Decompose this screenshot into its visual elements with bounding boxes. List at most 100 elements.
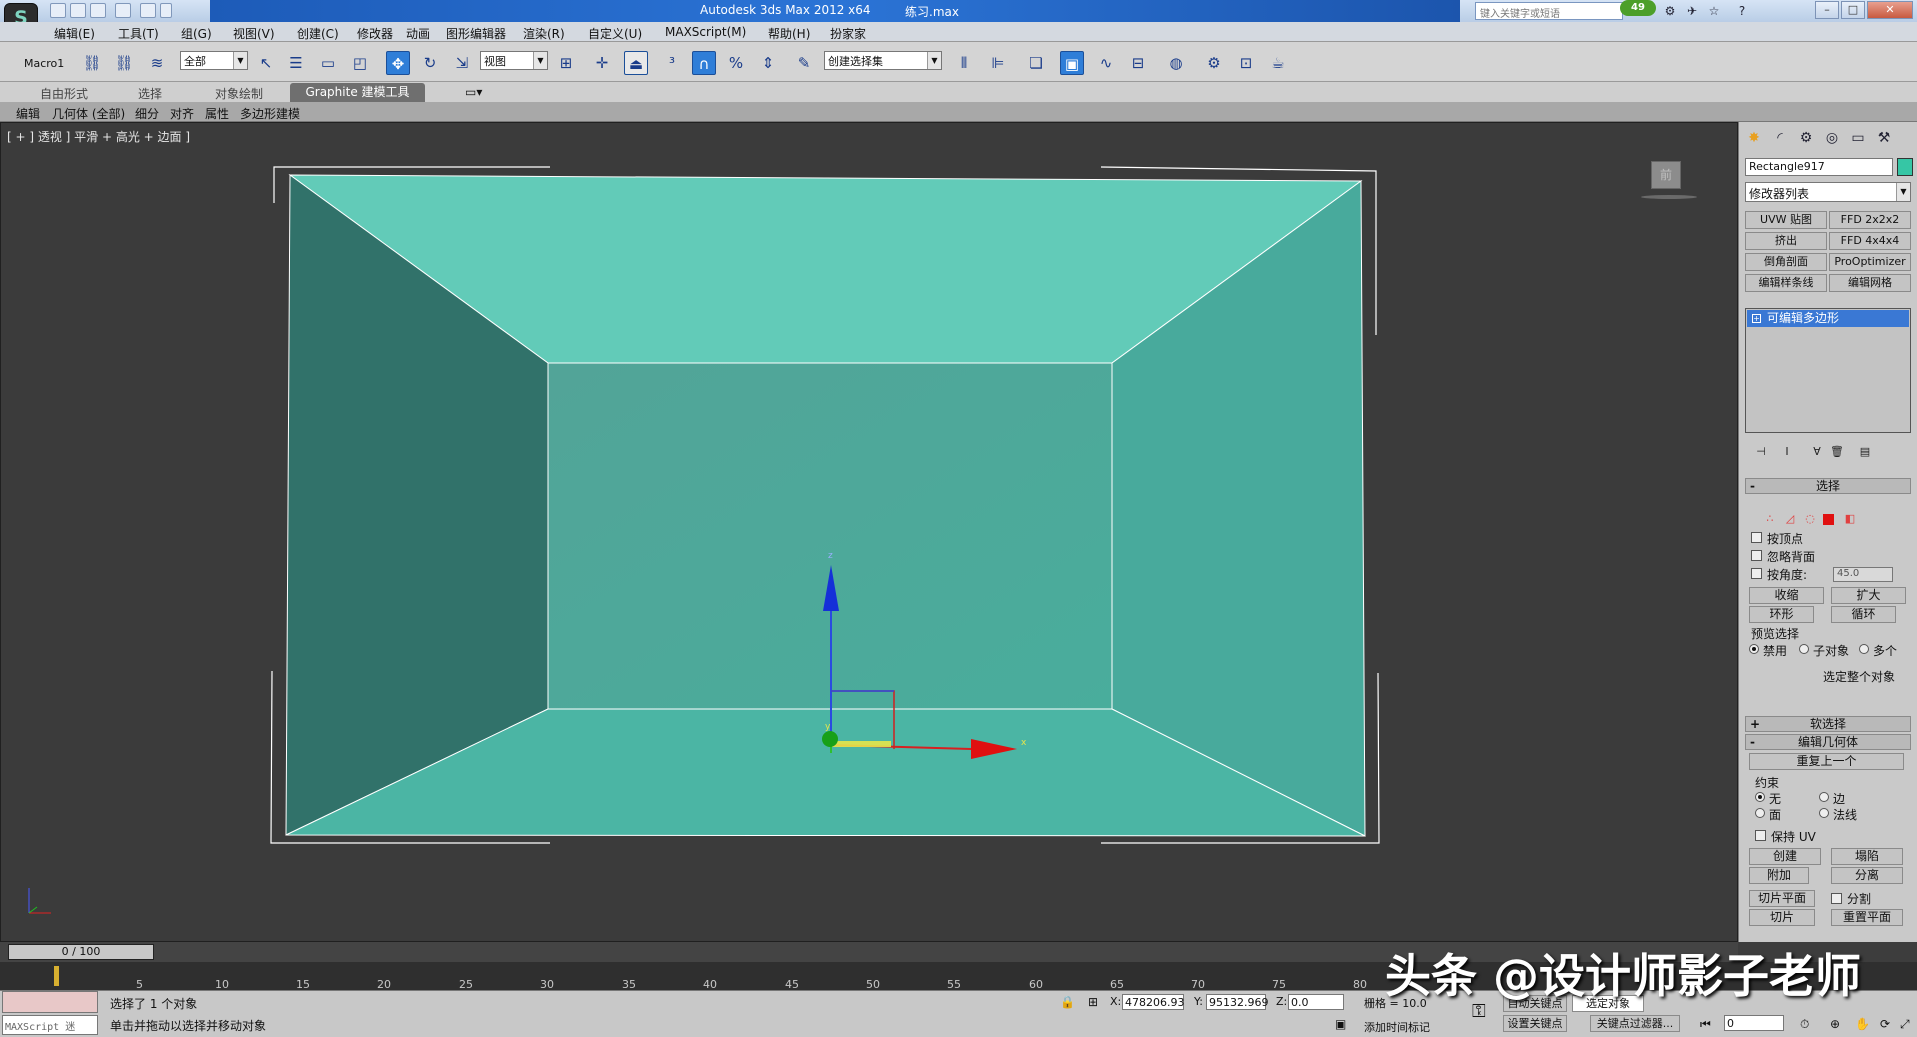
material-editor-icon[interactable]: ◍ <box>1164 51 1188 75</box>
align-icon[interactable]: ⊫ <box>986 51 1010 75</box>
pin-stack-icon[interactable]: ⊣ <box>1753 444 1769 460</box>
rect-selection-icon[interactable]: ▭ <box>316 51 340 75</box>
menu-help[interactable]: 帮助(H) <box>768 25 810 42</box>
menu-tools[interactable]: 工具(T) <box>118 25 159 42</box>
ffd-2x2x2-button[interactable]: FFD 2x2x2 <box>1829 211 1911 229</box>
modify-tab-icon[interactable]: ◜ <box>1769 128 1791 148</box>
slice-button[interactable]: 切片 <box>1749 909 1815 926</box>
curve-editor-icon[interactable]: ∿ <box>1094 51 1118 75</box>
edit-named-selection-icon[interactable]: ✎ <box>792 51 816 75</box>
utilities-tab-icon[interactable]: ⚒ <box>1873 128 1895 148</box>
select-by-name-icon[interactable]: ☰ <box>284 51 308 75</box>
bevel-profile-button[interactable]: 倒角剖面 <box>1745 253 1827 271</box>
undo-icon[interactable] <box>115 3 131 18</box>
selection-filter-select[interactable]: 全部 ▼ <box>180 51 248 70</box>
rendered-frame-window-icon[interactable]: ⊡ <box>1234 51 1258 75</box>
selection-rollout[interactable]: - 选择 <box>1745 478 1911 494</box>
perspective-viewport[interactable]: [ + ] 透视 ] 平滑 + 高光 + 边面 ] 前 z x y <box>0 122 1738 942</box>
menu-view[interactable]: 视图(V) <box>233 25 275 42</box>
remove-modifier-icon[interactable]: 🗑 <box>1829 444 1845 460</box>
object-color-swatch[interactable] <box>1897 158 1913 176</box>
ribbon-geometry-all[interactable]: 几何体 (全部) <box>52 105 125 122</box>
display-tab-icon[interactable]: ▭ <box>1847 128 1869 148</box>
collapse-button[interactable]: 塌陷 <box>1831 848 1903 865</box>
y-coordinate-field[interactable]: 95132.969 <box>1206 994 1269 1010</box>
ribbon-edit[interactable]: 编辑 <box>16 105 40 122</box>
help-icon[interactable]: ? <box>1734 3 1750 19</box>
detach-button[interactable]: 分离 <box>1831 867 1903 884</box>
menu-modifiers[interactable]: 修改器 <box>357 25 393 42</box>
stack-item-editable-poly[interactable]: + 可编辑多边形 <box>1747 310 1909 327</box>
constraint-normal-radio[interactable] <box>1819 808 1829 818</box>
pan-icon[interactable]: ✋ <box>1855 1017 1870 1031</box>
show-end-result-icon[interactable]: Ι <box>1779 444 1795 460</box>
menu-edit[interactable]: 编辑(E) <box>54 25 95 42</box>
uvw-map-button[interactable]: UVW 贴图 <box>1745 211 1827 229</box>
modifier-list-select[interactable]: 修改器列表 ▼ <box>1745 182 1911 202</box>
slice-plane-button[interactable]: 切片平面 <box>1749 890 1815 907</box>
close-button[interactable]: ✕ <box>1867 1 1913 19</box>
select-manipulate-icon[interactable]: ✛ <box>590 51 614 75</box>
maximize-button[interactable]: □ <box>1841 1 1865 19</box>
keyboard-shortcut-override-icon[interactable]: ⏏ <box>624 51 648 75</box>
polygon-icon[interactable] <box>1823 514 1834 525</box>
select-object-icon[interactable]: ↖ <box>254 51 278 75</box>
ring-button[interactable]: 环形 <box>1749 606 1814 623</box>
create-button[interactable]: 创建 <box>1749 848 1821 865</box>
by-angle-checkbox[interactable] <box>1751 568 1762 579</box>
open-file-icon[interactable] <box>70 3 86 18</box>
menu-group[interactable]: 组(G) <box>181 25 212 42</box>
angle-snap-icon[interactable]: ∩ <box>692 51 716 75</box>
time-config-icon[interactable]: ⏱ <box>1800 1017 1809 1032</box>
menu-bjj[interactable]: 扮家家 <box>830 25 866 42</box>
quick-access-dropdown-icon[interactable] <box>160 3 172 18</box>
maxscript-mini-listener[interactable]: MAXScript 迷 <box>2 1015 98 1035</box>
attach-button[interactable]: 附加 <box>1749 867 1809 884</box>
time-slider[interactable]: 0 / 100 <box>8 944 154 960</box>
bind-space-warp-icon[interactable]: ≋ <box>145 51 169 75</box>
go-to-start-icon[interactable]: ⏮ <box>1700 1017 1711 1032</box>
select-rotate-icon[interactable]: ↻ <box>418 51 442 75</box>
x-coordinate-field[interactable]: 478206.93 <box>1122 994 1185 1010</box>
menu-graph-editors[interactable]: 图形编辑器 <box>446 25 506 42</box>
orbit-icon[interactable]: ⟳ <box>1880 1017 1890 1031</box>
by-vertex-checkbox[interactable] <box>1751 532 1762 543</box>
render-setup-icon[interactable]: ⚙ <box>1202 51 1226 75</box>
menu-animation[interactable]: 动画 <box>406 25 430 42</box>
menu-customize[interactable]: 自定义(U) <box>588 25 642 42</box>
border-icon[interactable]: ◌ <box>1803 512 1817 526</box>
named-selection-select[interactable]: 创建选择集 ▼ <box>824 51 942 70</box>
spinner-snap-icon[interactable]: ⇕ <box>756 51 780 75</box>
macro-label[interactable]: Macro1 <box>24 57 64 70</box>
constraint-face-radio[interactable] <box>1755 808 1765 818</box>
constraint-edge-radio[interactable] <box>1819 792 1829 802</box>
snaps-toggle-icon[interactable]: ³ <box>660 51 684 75</box>
maxscript-listener[interactable] <box>2 991 98 1013</box>
communication-icon[interactable]: ✈ <box>1684 3 1700 19</box>
redo-icon[interactable] <box>140 3 156 18</box>
preserve-uv-checkbox[interactable] <box>1755 830 1766 841</box>
ribbon-polygon-modeling[interactable]: 多边形建模 <box>240 105 300 122</box>
ribbon-properties[interactable]: 属性 <box>205 105 229 122</box>
tab-object-paint[interactable]: 对象绘制 <box>215 85 263 102</box>
tab-freeform[interactable]: 自由形式 <box>40 85 88 102</box>
select-scale-icon[interactable]: ⇲ <box>450 51 474 75</box>
ignore-backface-checkbox[interactable] <box>1751 550 1762 561</box>
save-file-icon[interactable] <box>90 3 106 18</box>
split-checkbox[interactable] <box>1831 893 1842 904</box>
favorites-icon[interactable]: ☆ <box>1706 3 1722 19</box>
ffd-4x4x4-button[interactable]: FFD 4x4x4 <box>1829 232 1911 250</box>
select-move-icon[interactable]: ✥ <box>386 51 410 75</box>
edit-spline-button[interactable]: 编辑样条线 <box>1745 274 1827 292</box>
vertex-icon[interactable]: ∴ <box>1763 512 1777 526</box>
menu-rendering[interactable]: 渲染(R) <box>523 25 565 42</box>
lock-icon[interactable]: 🔒 <box>1060 995 1075 1009</box>
window-crossing-icon[interactable]: ◰ <box>348 51 372 75</box>
absolute-mode-icon[interactable]: ⊞ <box>1088 995 1098 1009</box>
time-cursor[interactable] <box>54 966 59 986</box>
extrude-button[interactable]: 挤出 <box>1745 232 1827 250</box>
time-tag-icon[interactable]: ▣ <box>1335 1017 1346 1031</box>
preview-multi-radio[interactable] <box>1859 644 1869 654</box>
hierarchy-tab-icon[interactable]: ⚙ <box>1795 128 1817 148</box>
minimize-button[interactable]: – <box>1815 1 1839 19</box>
